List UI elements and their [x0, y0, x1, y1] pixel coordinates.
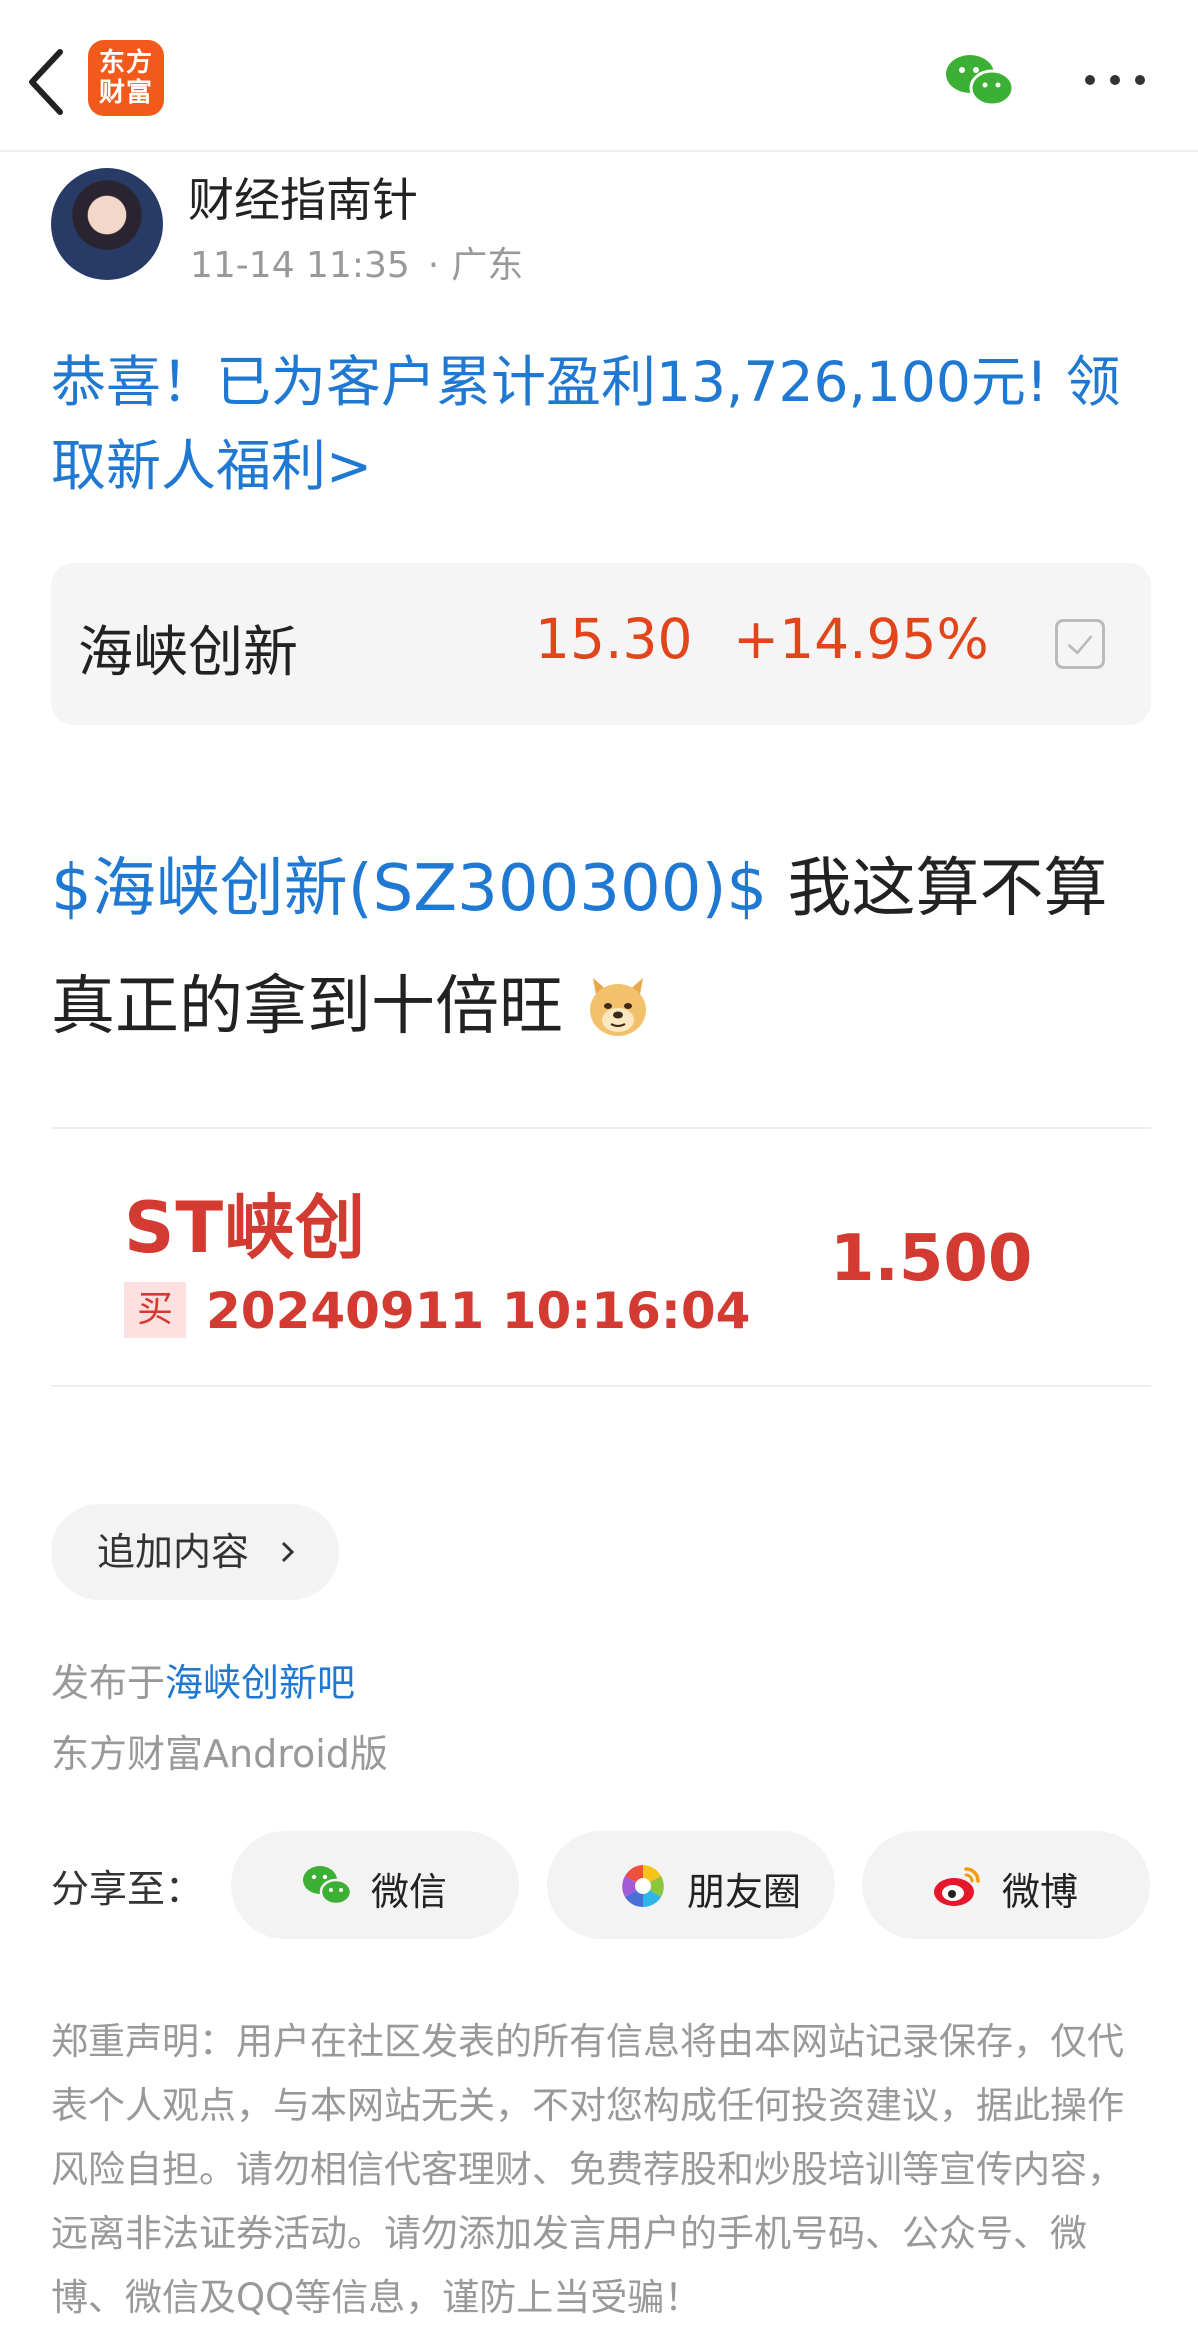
wechat-icon: [303, 1866, 353, 1906]
post-location: 广东: [451, 245, 524, 286]
stock-tag-link[interactable]: $海峡创新(SZ300300)$: [51, 852, 767, 926]
top-bar: 东方 财富: [0, 0, 1198, 152]
post-meta: 11-14 11:35 · 广东: [190, 245, 524, 286]
weibo-icon: [934, 1867, 980, 1906]
disclaimer: 郑重声明：用户在社区发表的所有信息将由本网站记录保存，仅代表个人观点，与本网站无…: [51, 2020, 1124, 2319]
published-in: 发布于海峡创新吧: [51, 1652, 355, 1707]
more-icon[interactable]: [1082, 60, 1148, 100]
forum-link[interactable]: 海峡创新吧: [165, 1661, 355, 1705]
append-content-button[interactable]: 追加内容: [51, 1504, 339, 1600]
trade-datetime: 20240911 10:16:04: [206, 1282, 751, 1340]
post-body: $海峡创新(SZ300300)$ 我这算不算真正的拿到十倍旺: [51, 830, 1161, 1066]
trade-stock-name: ST峡创: [124, 1187, 367, 1269]
share-moments-button[interactable]: 朋友圈: [547, 1831, 835, 1939]
eastmoney-logo[interactable]: 东方 财富: [88, 40, 164, 116]
share-wechat-button[interactable]: 微信: [231, 1831, 519, 1939]
quote-stock-name: 海峡创新: [78, 620, 299, 684]
avatar[interactable]: [51, 168, 163, 280]
quote-price: 15.30: [535, 607, 693, 671]
published-prefix: 发布于: [51, 1661, 166, 1705]
wechat-icon[interactable]: [944, 52, 1016, 110]
divider: [51, 1385, 1151, 1387]
buy-badge: 买: [124, 1282, 186, 1338]
page: 东方 财富 财经指南针 11-14 11:35 · 广东 恭喜！已为客户累计盈利13…: [0, 0, 1198, 2349]
share-label: 分享至：: [51, 1867, 204, 1911]
share-moments-label: 朋友圈: [687, 1870, 802, 1914]
share-weibo-button[interactable]: 微博: [862, 1831, 1150, 1939]
share-wechat-label: 微信: [371, 1870, 448, 1914]
trade-price: 1.500: [830, 1222, 1033, 1296]
post-source: 东方财富Android版: [51, 1732, 388, 1776]
logo-line2: 财富: [98, 78, 153, 108]
checkbox-icon[interactable]: [1055, 619, 1105, 669]
author-name[interactable]: 财经指南针: [188, 164, 418, 230]
share-weibo-label: 微博: [1002, 1870, 1079, 1914]
stock-quote-card[interactable]: 海峡创新 15.30 +14.95%: [51, 563, 1151, 725]
append-label: 追加内容: [97, 1530, 250, 1574]
divider: [51, 1127, 1151, 1129]
doge-emoji-icon: [590, 978, 647, 1036]
moments-icon: [622, 1865, 664, 1908]
back-arrow-icon[interactable]: [22, 44, 72, 120]
quote-change: +14.95%: [733, 607, 989, 671]
post-time: 11-14 11:35: [190, 245, 410, 286]
chevron-right-icon: [281, 1541, 295, 1563]
promo-banner-link[interactable]: 恭喜！已为客户累计盈利13,726,100元! 领取新人福利>: [51, 340, 1151, 508]
logo-line1: 东方: [98, 48, 153, 78]
